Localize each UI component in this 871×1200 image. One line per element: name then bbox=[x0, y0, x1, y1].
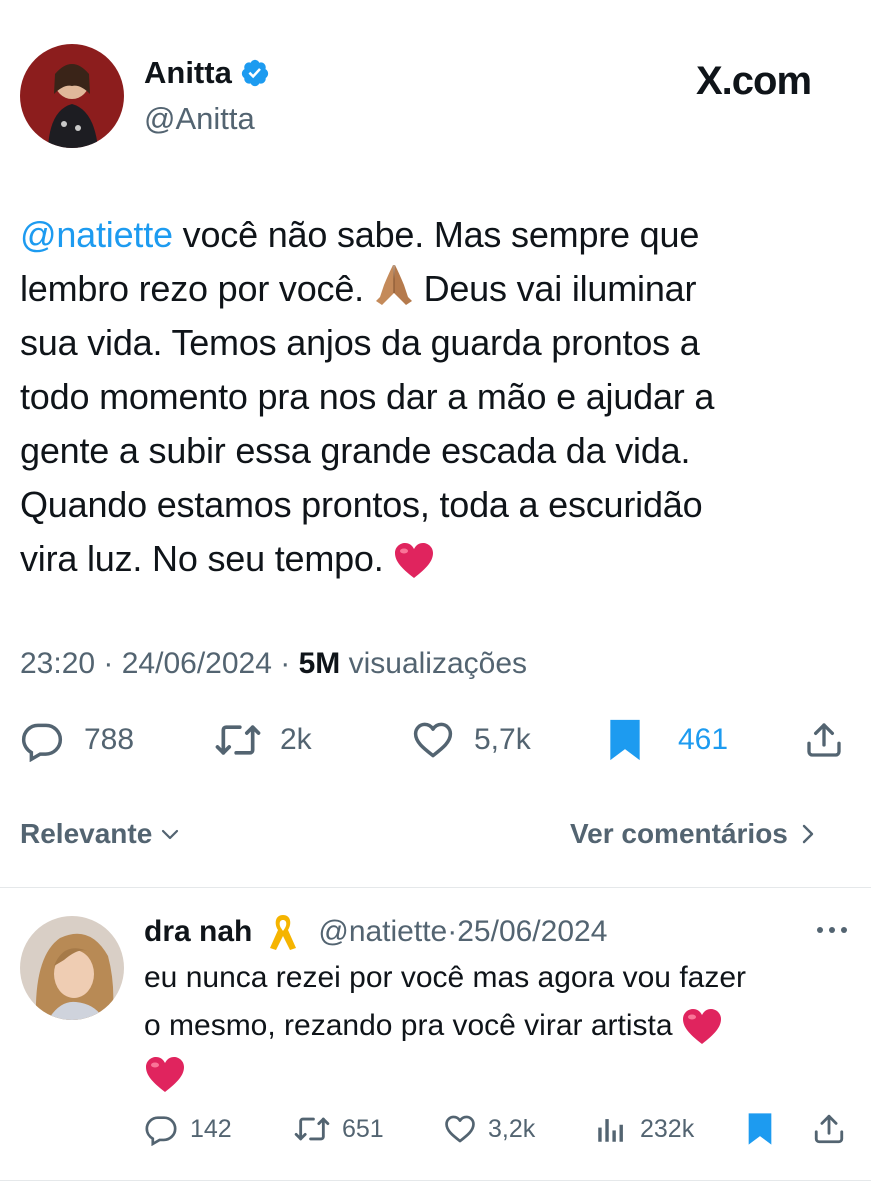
chevron-down-icon bbox=[162, 829, 179, 840]
reply-more-button[interactable] bbox=[812, 922, 852, 943]
bookmark-icon bbox=[748, 1113, 772, 1145]
divider bbox=[0, 887, 871, 888]
reply-like-count: 3,2k bbox=[488, 1114, 536, 1143]
heart-emoji-icon bbox=[682, 1009, 721, 1045]
reply-views-count: 232k bbox=[640, 1114, 695, 1143]
praying-hands-icon bbox=[375, 265, 412, 305]
tweet-text: @natiette você não sabe. Mas sempre que … bbox=[20, 208, 850, 586]
tweet-line-1: @natiette você não sabe. Mas sempre que bbox=[20, 214, 700, 255]
sort-label: Relevante bbox=[20, 818, 153, 849]
reply-date[interactable]: 25/06/2024 bbox=[457, 914, 607, 950]
like-count: 5,7k bbox=[474, 723, 531, 756]
retweet-button[interactable]: 2k bbox=[214, 718, 312, 762]
author-avatar[interactable] bbox=[20, 44, 124, 148]
tweet-line-7: vira luz. No seu tempo. bbox=[20, 532, 850, 586]
site-logo: X.com bbox=[696, 59, 812, 103]
reply-button[interactable]: 788 bbox=[20, 718, 134, 762]
bookmark-button[interactable]: 461 bbox=[606, 718, 728, 762]
tweet-meta: 23:20 · 24/06/2024 · 5M visualizações bbox=[20, 647, 528, 680]
reply-bookmark-button[interactable] bbox=[744, 1112, 776, 1146]
reply-line-1: eu nunca rezei por você mas agora vou fa… bbox=[144, 961, 747, 994]
reply-icon bbox=[145, 1116, 177, 1146]
reply-reply-button[interactable]: 142 bbox=[144, 1112, 232, 1146]
tweet-date[interactable]: 24/06/2024 bbox=[122, 647, 272, 680]
chevron-right-icon bbox=[802, 824, 814, 844]
reply-author-name[interactable]: dra nah bbox=[144, 914, 252, 950]
reply-retweet-count: 651 bbox=[342, 1114, 384, 1143]
share-icon bbox=[814, 1114, 844, 1144]
author-handle[interactable]: @Anitta bbox=[144, 101, 255, 137]
retweet-icon bbox=[215, 725, 261, 755]
ribbon-icon bbox=[270, 915, 297, 950]
bookmark-count: 461 bbox=[678, 723, 729, 756]
verified-badge-icon bbox=[241, 59, 268, 87]
divider bbox=[0, 1180, 871, 1181]
reply-views-button[interactable]: 232k bbox=[594, 1112, 694, 1146]
tweet-time[interactable]: 23:20 bbox=[20, 647, 95, 680]
heart-emoji-icon bbox=[395, 543, 434, 579]
like-button[interactable]: 5,7k bbox=[410, 718, 531, 762]
sort-dropdown[interactable]: Relevante bbox=[20, 818, 182, 850]
tweet-line-3: sua vida. Temos anjos da guarda prontos … bbox=[20, 322, 700, 363]
tweet-line-2: lembro rezo por você. Deus vai iluminar bbox=[20, 262, 850, 316]
reply-avatar[interactable] bbox=[20, 916, 124, 1020]
like-icon bbox=[445, 1115, 475, 1143]
more-icon bbox=[817, 927, 847, 933]
view-comments-link[interactable]: Ver comentários bbox=[570, 818, 818, 850]
tweet-line-6: Quando estamos prontos, toda a escuridão bbox=[20, 484, 703, 525]
views-icon bbox=[598, 1119, 623, 1142]
views-label: visualizações bbox=[348, 647, 528, 680]
reply-reply-count: 142 bbox=[190, 1114, 232, 1143]
reply-like-button[interactable]: 3,2k bbox=[442, 1112, 535, 1146]
heart-emoji-icon bbox=[146, 1057, 184, 1093]
reply-handle[interactable]: @natiette bbox=[318, 914, 447, 950]
retweet-icon bbox=[294, 1117, 330, 1141]
share-icon bbox=[807, 723, 841, 757]
mention-link[interactable]: @natiette bbox=[20, 214, 173, 255]
reply-count: 788 bbox=[84, 723, 135, 756]
reply-line-3 bbox=[144, 1050, 859, 1098]
reply-retweet-button[interactable]: 651 bbox=[292, 1112, 384, 1146]
retweet-count: 2k bbox=[280, 723, 312, 756]
tweet-line-4: todo momento pra nos dar a mão e ajudar … bbox=[20, 376, 715, 417]
reply-text: eu nunca rezei por você mas agora vou fa… bbox=[144, 954, 859, 1098]
bookmark-icon bbox=[610, 719, 640, 761]
tweet-line-5: gente a subir essa grande escada da vida… bbox=[20, 430, 691, 471]
share-button[interactable] bbox=[804, 718, 844, 762]
view-comments-label: Ver comentários bbox=[570, 818, 788, 849]
reply-header: dra nah @natiette · 25/06/2024 bbox=[144, 912, 607, 952]
reply-line-2: o mesmo, rezando pra você virar artista bbox=[144, 1002, 859, 1050]
author-name[interactable]: Anitta bbox=[144, 55, 232, 91]
reply-share-button[interactable] bbox=[812, 1112, 846, 1146]
views-count: 5M bbox=[298, 647, 341, 680]
like-icon bbox=[413, 722, 453, 758]
reply-icon bbox=[21, 723, 63, 762]
